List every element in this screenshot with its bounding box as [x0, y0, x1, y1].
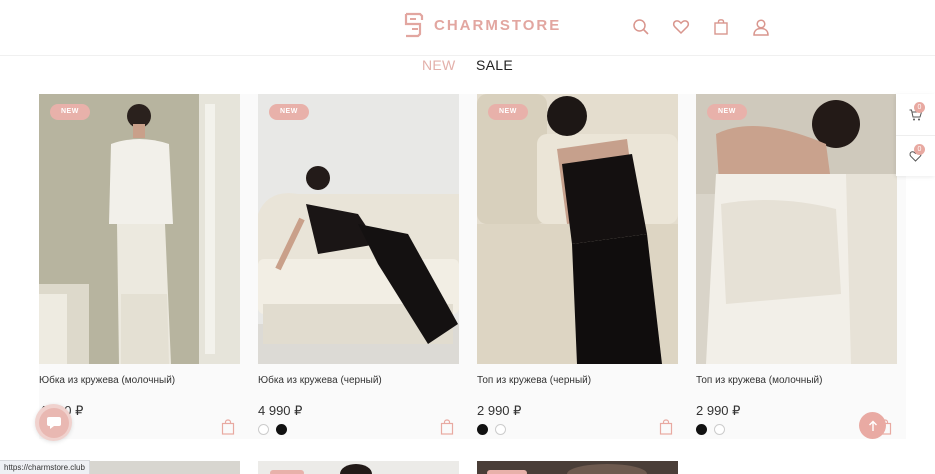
product-card[interactable]: NEW Юбка из кружева (молочный) 4 990 ₽: [39, 94, 240, 439]
product-price: 2 990 ₽: [477, 403, 522, 418]
shopping-bag-icon[interactable]: [712, 18, 730, 36]
product-photo-partial[interactable]: [477, 461, 678, 474]
chat-button[interactable]: [35, 404, 72, 441]
color-swatches: [696, 424, 725, 435]
add-to-cart-icon[interactable]: [659, 419, 673, 435]
add-to-cart-icon[interactable]: [440, 419, 454, 435]
product-photo[interactable]: NEW: [258, 94, 459, 364]
wishlist-count-badge: 0: [914, 144, 925, 155]
color-swatch-white[interactable]: [258, 424, 269, 435]
product-name[interactable]: Юбка из кружева (молочный): [39, 375, 175, 386]
new-badge: NEW: [707, 104, 747, 120]
status-bar-url: https://charmstore.club: [0, 460, 90, 474]
color-swatch-black[interactable]: [477, 424, 488, 435]
color-swatch-white[interactable]: [714, 424, 725, 435]
product-name[interactable]: Топ из кружева (черный): [477, 375, 591, 386]
heart-icon[interactable]: [672, 18, 690, 36]
product-card[interactable]: NEW Топ из кружева (черный) 2 990 ₽: [477, 94, 678, 439]
logo-text: CHARMSTORE: [434, 16, 562, 34]
logo[interactable]: CHARMSTORE: [402, 11, 561, 39]
arrow-up-icon: [868, 420, 877, 431]
color-swatches: [258, 424, 287, 435]
nav-link-sale[interactable]: SALE: [476, 57, 513, 73]
product-photo-partial[interactable]: [258, 461, 459, 474]
color-swatches: [477, 424, 506, 435]
logo-icon: [404, 12, 424, 38]
floating-side-panel: 0 0: [896, 94, 935, 176]
product-photo[interactable]: NEW: [477, 94, 678, 364]
product-photo[interactable]: NEW: [696, 94, 897, 364]
side-cart-button[interactable]: 0: [896, 94, 935, 135]
scroll-to-top-button[interactable]: [859, 412, 886, 439]
product-price: 2 990 ₽: [696, 403, 741, 418]
side-wishlist-button[interactable]: 0: [896, 135, 935, 176]
new-badge: NEW: [269, 104, 309, 120]
product-name[interactable]: Топ из кружева (молочный): [696, 375, 822, 386]
product-photo[interactable]: NEW: [39, 94, 240, 364]
chat-button-face: [38, 407, 69, 438]
search-icon[interactable]: [632, 18, 650, 36]
product-card[interactable]: NEW Юбка из кружева (черный) 4 990 ₽: [258, 94, 459, 439]
color-swatch-black[interactable]: [276, 424, 287, 435]
cart-count-badge: 0: [914, 102, 925, 113]
category-nav: NEW SALE: [0, 57, 935, 75]
header-actions: [632, 18, 770, 36]
product-name[interactable]: Юбка из кружева (черный): [258, 375, 382, 386]
nav-link-new[interactable]: NEW: [422, 57, 456, 73]
chat-icon: [46, 416, 61, 429]
color-swatch-black[interactable]: [696, 424, 707, 435]
product-card[interactable]: NEW Топ из кружева (молочный) 2 990 ₽: [696, 94, 897, 439]
new-badge: NEW: [488, 104, 528, 120]
new-badge: NEW: [50, 104, 90, 120]
product-price: 4 990 ₽: [258, 403, 303, 418]
user-icon[interactable]: [752, 18, 770, 36]
add-to-cart-icon[interactable]: [221, 419, 235, 435]
site-header: CHARMSTORE: [0, 0, 935, 56]
color-swatch-white[interactable]: [495, 424, 506, 435]
